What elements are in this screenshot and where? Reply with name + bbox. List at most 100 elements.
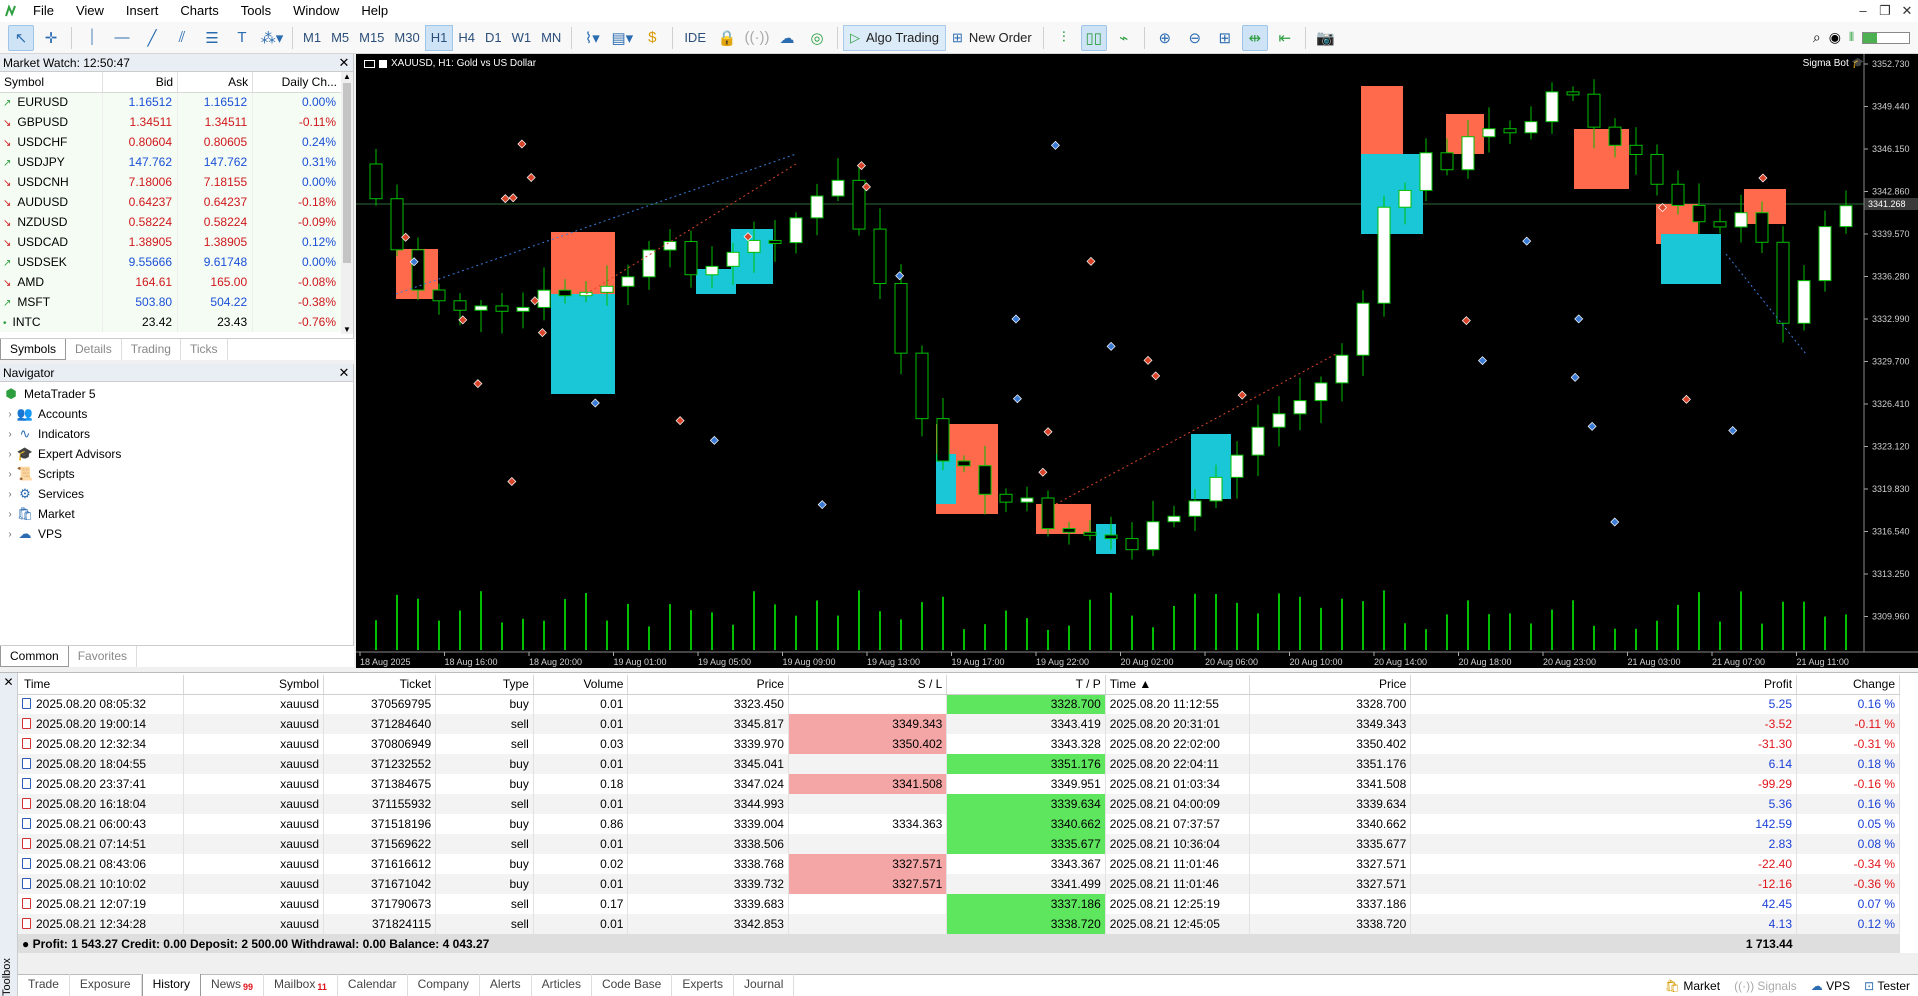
- history-row[interactable]: 2025.08.20 18:04:55 xauusd 371232552 buy 0.0…: [18, 754, 1900, 774]
- fibonacci-icon[interactable]: ☰: [199, 25, 225, 51]
- column-header[interactable]: Volume: [533, 675, 629, 695]
- tab-symbols[interactable]: Symbols: [0, 339, 67, 360]
- vps-swirl-icon[interactable]: ◎: [804, 25, 830, 51]
- navigator-item-market[interactable]: › 🛍 Market: [0, 504, 353, 524]
- market-watch-row[interactable]: ↘ USDCHF 0.80604 0.80605 0.24%: [0, 132, 342, 152]
- column-header[interactable]: Bid: [102, 72, 179, 93]
- navigator-item-scripts[interactable]: › 📜 Scripts: [0, 464, 353, 484]
- status-signals[interactable]: ((·)) Signals: [1734, 979, 1797, 993]
- tab-mailbox[interactable]: Mailbox 11: [264, 974, 338, 996]
- chevron-right-icon[interactable]: ›: [4, 469, 16, 480]
- timeframe-h4[interactable]: H4: [453, 25, 480, 51]
- close-icon[interactable]: ✕: [0, 675, 17, 689]
- screenshot-icon[interactable]: 📷: [1313, 25, 1339, 51]
- market-watch-row[interactable]: ↘ USDCNH 7.18006 7.18155 0.00%: [0, 172, 342, 192]
- column-header[interactable]: Type: [435, 675, 534, 695]
- tab-history[interactable]: History: [141, 974, 201, 996]
- channel-icon[interactable]: ⫽: [169, 25, 195, 51]
- market-watch-row[interactable]: ↘ AMD 164.61 165.00 -0.08%: [0, 272, 342, 292]
- navigator-item-expert-advisors[interactable]: › 🎓 Expert Advisors: [0, 444, 353, 464]
- price-chart[interactable]: 3352.730 3349.440 3346.150 3342.860 3339.570…: [356, 54, 1918, 668]
- timeframe-m15[interactable]: M15: [354, 25, 389, 51]
- bar-chart-icon[interactable]: ⫶: [1051, 25, 1077, 51]
- trend-line-icon[interactable]: ╱: [139, 25, 165, 51]
- market-watch-row[interactable]: ↗ MSFT 503.80 504.22 -0.38%: [0, 292, 342, 312]
- market-watch-row[interactable]: ↘ USDCAD 1.38905 1.38905 0.12%: [0, 232, 342, 252]
- timeframe-m1[interactable]: M1: [298, 25, 326, 51]
- tab-details[interactable]: Details: [66, 339, 122, 360]
- close-icon[interactable]: ✕: [1896, 3, 1918, 19]
- menu-insert[interactable]: Insert: [115, 0, 170, 22]
- market-watch-scrollbar[interactable]: ▲ ▼: [341, 72, 353, 334]
- search-icon[interactable]: ⌕: [1813, 29, 1821, 46]
- column-header[interactable]: Time: [18, 675, 185, 695]
- dollar-icon[interactable]: $: [639, 25, 665, 51]
- history-row[interactable]: 2025.08.20 19:00:14 xauusd 371284640 sell 0.…: [18, 714, 1900, 734]
- tab-calendar[interactable]: Calendar: [338, 974, 408, 996]
- column-header[interactable]: Daily Ch...: [252, 72, 342, 93]
- text-tool-icon[interactable]: T: [229, 25, 255, 51]
- history-row[interactable]: 2025.08.21 08:43:06 xauusd 371616612 buy 0.0…: [18, 854, 1900, 874]
- timeframe-m30[interactable]: M30: [389, 25, 424, 51]
- tab-code-base[interactable]: Code Base: [592, 974, 673, 996]
- chart-shift-icon[interactable]: ⇤: [1272, 25, 1298, 51]
- history-row[interactable]: 2025.08.21 07:14:51 xauusd 371569622 sell 0.…: [18, 834, 1900, 854]
- column-header[interactable]: Ticket: [323, 675, 437, 695]
- auto-scroll-icon[interactable]: ⇹: [1241, 24, 1268, 51]
- market-watch-row[interactable]: ↗ EURUSD 1.16512 1.16512 0.00%: [0, 92, 342, 112]
- menu-window[interactable]: Window: [282, 0, 350, 22]
- tab-ticks[interactable]: Ticks: [181, 339, 228, 360]
- expert-label[interactable]: Sigma Bot 🎓: [1803, 58, 1864, 69]
- vertical-line-icon[interactable]: ⏐: [79, 25, 105, 51]
- templates-icon[interactable]: ▤▾: [609, 25, 635, 51]
- zoom-in-icon[interactable]: ⊕: [1152, 25, 1178, 51]
- status-tester[interactable]: ⊡ Tester: [1864, 979, 1910, 993]
- market-watch-row[interactable]: ↘ AUDUSD 0.64237 0.64237 -0.18%: [0, 192, 342, 212]
- account-icon[interactable]: ◉: [1829, 29, 1841, 46]
- tab-exposure[interactable]: Exposure: [70, 974, 142, 996]
- tab-alerts[interactable]: Alerts: [480, 974, 532, 996]
- column-header[interactable]: Symbol: [0, 72, 103, 93]
- ide-button[interactable]: IDE: [678, 25, 712, 51]
- market-watch-row[interactable]: ↘ NZDUSD 0.58224 0.58224 -0.09%: [0, 212, 342, 232]
- chevron-right-icon[interactable]: ›: [4, 409, 16, 420]
- history-row[interactable]: 2025.08.21 10:10:02 xauusd 371671042 buy 0.0…: [18, 874, 1900, 894]
- timeframe-m5[interactable]: M5: [326, 25, 354, 51]
- tab-journal[interactable]: Journal: [734, 974, 795, 996]
- chevron-right-icon[interactable]: ›: [4, 429, 16, 440]
- column-header[interactable]: Price: [627, 675, 789, 695]
- horizontal-line-icon[interactable]: ―: [109, 25, 135, 51]
- chart-menu-icon[interactable]: [364, 59, 375, 68]
- column-header[interactable]: Price: [1249, 675, 1412, 695]
- history-row[interactable]: 2025.08.21 12:34:28 xauusd 371824115 sell 0.…: [18, 914, 1900, 934]
- lock-icon[interactable]: 🔒: [714, 25, 740, 51]
- timeframe-d1[interactable]: D1: [480, 25, 507, 51]
- navigator-item-services[interactable]: › ⚙ Services: [0, 484, 353, 504]
- column-header[interactable]: Profit: [1410, 675, 1798, 695]
- history-row[interactable]: 2025.08.20 12:32:34 xauusd 370806949 sell 0.…: [18, 734, 1900, 754]
- timeframe-w1[interactable]: W1: [507, 25, 537, 51]
- timeframe-mn[interactable]: MN: [536, 25, 566, 51]
- tab-favorites[interactable]: Favorites: [69, 646, 138, 667]
- candlestick-icon[interactable]: ▯▯: [1080, 24, 1107, 51]
- history-row[interactable]: 2025.08.21 06:00:43 xauusd 371518196 buy 0.8…: [18, 814, 1900, 834]
- column-header[interactable]: S / L: [788, 675, 948, 695]
- tab-experts[interactable]: Experts: [672, 974, 735, 996]
- history-row[interactable]: 2025.08.20 16:18:04 xauusd 371155932 sell 0.…: [18, 794, 1900, 814]
- column-header[interactable]: Symbol: [183, 675, 324, 695]
- tab-company[interactable]: Company: [408, 974, 480, 996]
- close-icon[interactable]: ✕: [335, 55, 353, 71]
- column-header[interactable]: Change: [1796, 675, 1900, 695]
- crosshair-icon[interactable]: ✛: [38, 25, 64, 51]
- column-header[interactable]: T / P: [946, 675, 1106, 695]
- history-row[interactable]: 2025.08.20 23:37:41 xauusd 371384675 buy 0.1…: [18, 774, 1900, 794]
- market-watch-row[interactable]: • INTC 23.42 23.43 -0.76%: [0, 312, 342, 332]
- cloud-icon[interactable]: ☁: [774, 25, 800, 51]
- menu-charts[interactable]: Charts: [169, 0, 229, 22]
- status-market[interactable]: 🛍 Market: [1665, 979, 1720, 993]
- tile-windows-icon[interactable]: ⊞: [1212, 25, 1238, 51]
- chart-type-icon[interactable]: ⌇▾: [579, 25, 605, 51]
- shapes-icon[interactable]: ⁂▾: [259, 25, 285, 51]
- chart-canvas[interactable]: 3352.730 3349.440 3346.150 3342.860 3339.570…: [356, 54, 1918, 668]
- tab-articles[interactable]: Articles: [532, 974, 592, 996]
